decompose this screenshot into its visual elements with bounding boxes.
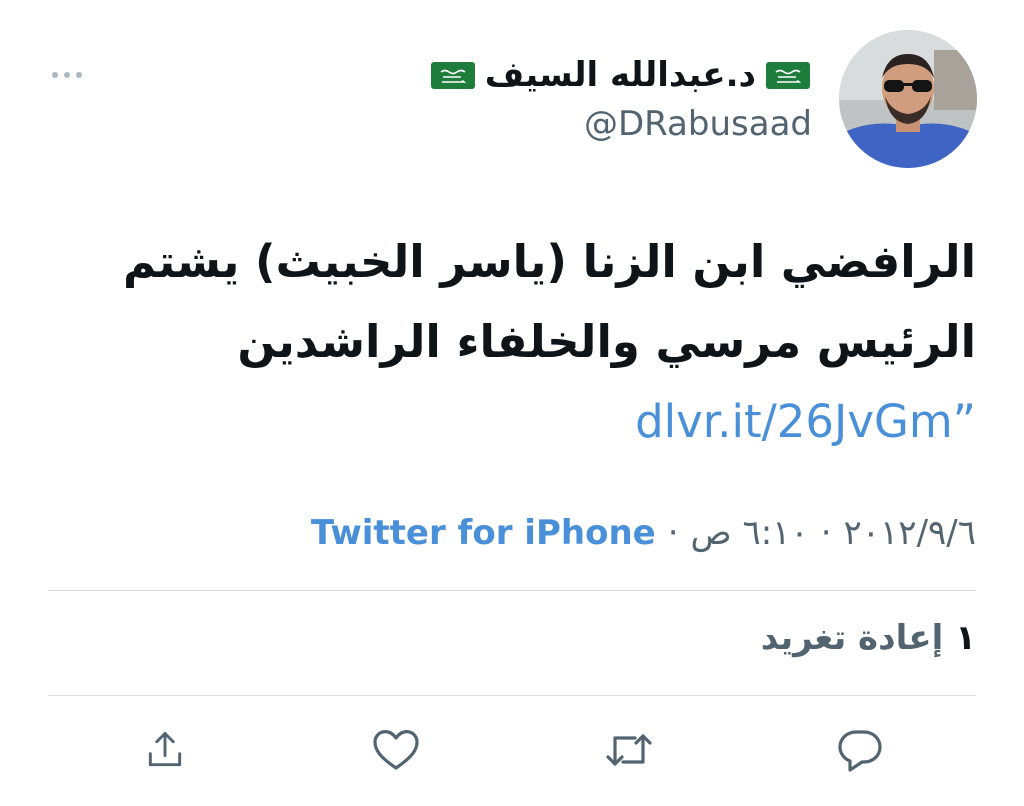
reply-icon <box>838 730 882 772</box>
dot-icon <box>64 72 70 78</box>
heart-icon <box>373 730 419 770</box>
reply-button[interactable] <box>832 722 888 778</box>
tweet-time: ٦:١٠ ص <box>690 513 809 553</box>
closing-quote: ” <box>952 395 976 448</box>
avatar[interactable] <box>839 30 977 168</box>
tweet-date: ٢٠١٢/٩/٦ <box>843 513 976 553</box>
tweet-meta: ٢٠١٢/٩/٦ · ٦:١٠ ص · Twitter for iPhone <box>311 508 976 558</box>
meta-separator: · <box>820 513 832 553</box>
profile-photo-icon <box>839 30 977 168</box>
divider <box>48 695 976 696</box>
tweet-source[interactable]: Twitter for iPhone <box>311 513 656 553</box>
user-handle[interactable]: @DRabusaad <box>584 104 812 144</box>
share-icon <box>148 732 182 767</box>
action-bar <box>0 722 1024 782</box>
retweet-button[interactable] <box>601 722 657 778</box>
divider <box>48 590 976 591</box>
retweet-count-label: إعادة تغريد <box>760 618 944 658</box>
like-button[interactable] <box>368 722 424 778</box>
dot-icon <box>76 72 82 78</box>
saudi-flag-icon <box>766 61 810 89</box>
dot-icon <box>52 72 58 78</box>
tweet-link[interactable]: dlvr.it/26JvGm <box>635 395 953 448</box>
display-name-row[interactable]: د.عبدالله السيف <box>430 50 810 100</box>
saudi-flag-icon <box>430 61 475 89</box>
tweet-body: الرافضي ابن الزنا (ياسر الخبيث) يشتم الر… <box>123 235 976 368</box>
retweet-count-number: ١ <box>955 618 976 658</box>
more-options-button[interactable] <box>52 60 92 90</box>
share-button[interactable] <box>137 722 193 778</box>
retweet-count[interactable]: ١ إعادة تغريد <box>761 618 976 658</box>
retweet-icon <box>606 734 652 766</box>
display-name: د.عبدالله السيف <box>484 55 756 95</box>
tweet-text: الرافضي ابن الزنا (ياسر الخبيث) يشتم الر… <box>76 222 976 462</box>
meta-separator: · <box>667 513 679 553</box>
